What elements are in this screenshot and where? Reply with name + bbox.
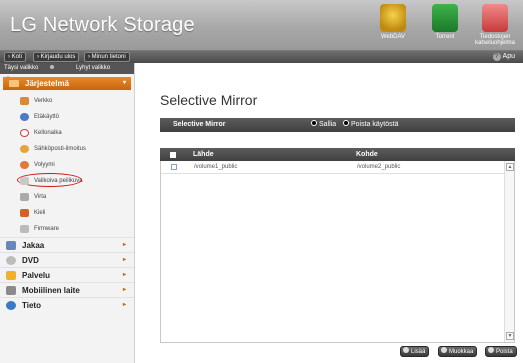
chevron-down-icon: ▾ xyxy=(122,80,126,86)
mirror-icon xyxy=(20,177,29,185)
scroll-up-icon[interactable]: ▲ xyxy=(506,163,514,171)
volume-icon xyxy=(20,161,29,169)
sidebar-item-label: Etäkäyttö xyxy=(34,114,60,120)
tab-full-menu[interactable]: Täysi valikko xyxy=(4,65,64,71)
page-title: Selective Mirror xyxy=(160,92,258,108)
dvd-icon xyxy=(6,256,16,265)
clock-icon xyxy=(20,129,29,137)
table-scrollbar[interactable]: ▲ ▼ xyxy=(504,161,514,342)
sidebar-item-service[interactable]: Palvelu ▸ xyxy=(0,267,134,282)
chevron-right-icon: ▸ xyxy=(122,242,126,248)
table-header: Lähde Kohde xyxy=(160,148,515,161)
delete-icon xyxy=(488,347,494,354)
sidebar-item-clock[interactable]: Kellonaika xyxy=(0,125,134,141)
radio-on-icon xyxy=(311,120,317,127)
plus-icon xyxy=(403,347,409,354)
share-icon xyxy=(6,241,16,250)
globe-icon xyxy=(20,113,29,121)
torrent-label: Torrent xyxy=(435,34,455,40)
chevron-right-icon: ▸ xyxy=(122,272,126,278)
table-row[interactable]: /volume1_public /volume2_public xyxy=(161,161,505,174)
sidebar-item-firmware[interactable]: Firmware xyxy=(0,221,134,237)
sidebar-item-label: Mobiilinen laite xyxy=(22,286,80,295)
sidebar-item-label: Sähköposti-ilmoitus xyxy=(34,146,87,152)
logout-link[interactable]: › Kirjaudu ulos xyxy=(33,52,80,62)
setting-label: Selective Mirror xyxy=(173,121,226,128)
column-target: Kohde xyxy=(356,151,378,158)
chevron-right-icon: ▸ xyxy=(122,302,126,308)
sidebar-item-volume[interactable]: Volyymi xyxy=(0,157,134,173)
star-icon xyxy=(6,271,16,280)
sidebar-item-label: Firmware xyxy=(34,226,59,232)
sidebar-item-share[interactable]: Jakaa ▸ xyxy=(0,237,134,252)
language-icon xyxy=(20,209,29,217)
help-link[interactable]: ? Apu xyxy=(492,52,515,62)
radio-disable[interactable]: Poista käytöstä xyxy=(343,118,398,132)
help-label: Apu xyxy=(502,53,515,60)
sidebar-item-label: Kellonaika xyxy=(34,130,62,136)
column-source: Lähde xyxy=(193,151,214,158)
sidebar-item-language[interactable]: Kieli xyxy=(0,205,134,221)
table-body: /volume1_public /volume2_public ▲ ▼ xyxy=(160,161,515,343)
delete-button[interactable]: Poista xyxy=(485,346,517,357)
row-source: /volume1_public xyxy=(194,164,238,170)
sidebar-item-label: Kieli xyxy=(34,210,46,216)
network-icon xyxy=(20,97,29,105)
sidebar-item-label: Tieto xyxy=(22,301,41,310)
my-info-link[interactable]: › Minun tietoni xyxy=(84,52,130,62)
scroll-down-icon[interactable]: ▼ xyxy=(506,332,514,340)
chevron-right-icon: ▸ xyxy=(122,257,126,263)
edit-icon xyxy=(441,347,447,354)
table-actions: Lisää Muokkaa Poista xyxy=(400,346,520,358)
sidebar-item-dvd[interactable]: DVD ▸ xyxy=(0,252,134,267)
firmware-icon xyxy=(20,225,29,233)
add-button[interactable]: Lisää xyxy=(400,346,430,357)
sidebar-item-selective-mirror[interactable]: Valikoiva peilikuva xyxy=(0,173,134,189)
system-icon xyxy=(9,80,19,87)
file-viewer-button[interactable]: Tiedostojen katseluohjelma xyxy=(467,4,523,46)
torrent-icon xyxy=(432,4,458,32)
webdav-icon xyxy=(380,4,406,32)
mirror-setting-bar: Selective Mirror Sallia Poista käytöstä xyxy=(160,118,515,132)
sidebar-item-label: Verkko xyxy=(34,98,53,104)
app-header: LG Network Storage WebDAV Torrent Tiedos… xyxy=(0,0,523,51)
power-icon xyxy=(20,193,29,201)
sidebar-item-label: Virta xyxy=(34,194,47,200)
sidebar-item-label: DVD xyxy=(22,256,39,265)
sidebar-section-label: Järjestelmä xyxy=(25,79,70,88)
row-checkbox[interactable] xyxy=(171,164,177,170)
row-target: /volume2_public xyxy=(357,164,401,170)
sidebar-item-remote-access[interactable]: Etäkäyttö xyxy=(0,109,134,125)
sidebar-item-network[interactable]: Verkko xyxy=(0,93,134,109)
sidebar-item-power[interactable]: Virta xyxy=(0,189,134,205)
sidebar: Täysi valikko Lyhyt valikko Järjestelmä … xyxy=(0,63,135,363)
mobile-device-icon xyxy=(6,286,16,295)
top-nav: › Koti › Kirjaudu ulos › Minun tietoni ?… xyxy=(0,51,523,63)
sidebar-item-label: Volyymi xyxy=(34,162,55,168)
sidebar-item-label: Jakaa xyxy=(22,241,45,250)
select-all-checkbox[interactable] xyxy=(170,152,176,158)
sidebar-item-email[interactable]: Sähköposti-ilmoitus xyxy=(0,141,134,157)
file-viewer-label: Tiedostojen katseluohjelma xyxy=(474,34,516,46)
email-icon xyxy=(20,145,29,153)
edit-button[interactable]: Muokkaa xyxy=(438,346,478,357)
app-title: LG Network Storage xyxy=(10,14,195,36)
help-icon: ? xyxy=(492,53,501,61)
sidebar-tabs: Täysi valikko Lyhyt valikko xyxy=(0,63,134,81)
radio-dot-icon xyxy=(343,120,349,127)
sidebar-section-system[interactable]: Järjestelmä ▾ xyxy=(3,77,131,90)
radio-enable[interactable]: Sallia xyxy=(311,118,336,132)
webdav-label: WebDAV xyxy=(380,34,406,40)
sidebar-item-info[interactable]: Tieto ▸ xyxy=(0,297,134,312)
sidebar-item-mobile-device[interactable]: Mobiilinen laite ▸ xyxy=(0,282,134,297)
chevron-right-icon: ▸ xyxy=(122,287,126,293)
sidebar-item-label: Palvelu xyxy=(22,271,51,280)
home-link[interactable]: › Koti xyxy=(4,52,27,62)
info-icon xyxy=(6,301,16,310)
mirror-table: Lähde Kohde /volume1_public /volume2_pub… xyxy=(160,148,515,358)
file-viewer-icon xyxy=(482,4,508,32)
torrent-button[interactable]: Torrent xyxy=(417,4,473,40)
webdav-button[interactable]: WebDAV xyxy=(365,4,421,40)
